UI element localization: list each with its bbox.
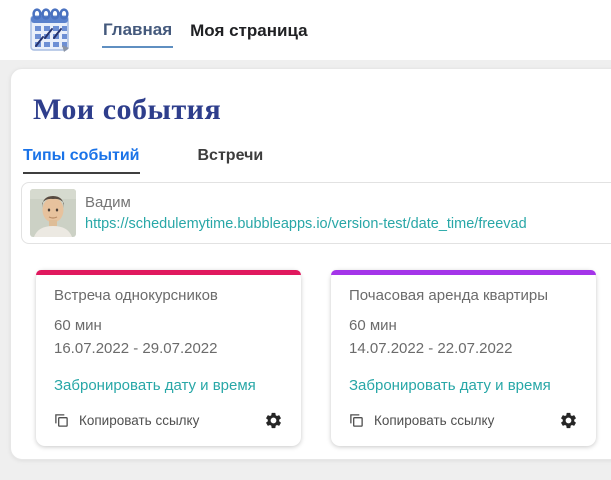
profile-booking-url[interactable]: https://schedulemytime.bubbleapps.io/ver… [85,216,527,232]
card-body: Почасовая аренда квартиры 60 мин 14.07.2… [331,275,596,446]
content-panel: Мои события Типы событий Встречи [10,68,611,460]
event-duration: 60 мин [54,317,285,334]
event-date-range: 16.07.2022 - 29.07.2022 [54,340,285,357]
event-card: Почасовая аренда квартиры 60 мин 14.07.2… [331,270,596,446]
event-title: Почасовая аренда квартиры [349,287,580,304]
user-photo-avatar [30,189,76,237]
settings-button[interactable] [262,411,285,430]
event-cards-row: Встреча однокурсников 60 мин 16.07.2022 … [36,270,611,446]
copy-icon [54,413,69,428]
profile-name: Вадим [85,194,527,211]
event-date-range: 14.07.2022 - 22.07.2022 [349,340,580,357]
nav-item-my-page[interactable]: Моя страница [189,13,308,47]
copy-link-button[interactable]: Копировать ссылку [54,413,199,428]
event-duration: 60 мин [349,317,580,334]
gear-icon [264,418,283,433]
tab-event-types[interactable]: Типы событий [23,147,140,174]
gear-icon [559,418,578,433]
profile-text: Вадим https://schedulemytime.bubbleapps.… [85,194,527,232]
profile-strip: Вадим https://schedulemytime.bubbleapps.… [21,182,611,244]
card-body: Встреча однокурсников 60 мин 16.07.2022 … [36,275,301,446]
nav-item-home[interactable]: Главная [102,12,173,48]
copy-link-button[interactable]: Копировать ссылку [349,413,494,428]
book-datetime-link[interactable]: Забронировать дату и время [349,377,551,394]
event-title: Встреча однокурсников [54,287,285,304]
page-background: Мои события Типы событий Встречи [0,60,611,480]
card-footer: Копировать ссылку [54,411,285,430]
book-datetime-link[interactable]: Забронировать дату и время [54,377,256,394]
top-header: Главная Моя страница [0,0,611,60]
section-tabs: Типы событий Встречи [23,147,611,174]
copy-link-label: Копировать ссылку [374,413,494,428]
calendar-logo-icon[interactable] [28,7,72,53]
card-footer: Копировать ссылку [349,411,580,430]
tab-meetings[interactable]: Встречи [198,147,264,174]
page-title: Мои события [33,93,611,127]
copy-link-label: Копировать ссылку [79,413,199,428]
settings-button[interactable] [557,411,580,430]
copy-icon [349,413,364,428]
top-navigation: Главная Моя страница [102,12,309,48]
event-card: Встреча однокурсников 60 мин 16.07.2022 … [36,270,301,446]
